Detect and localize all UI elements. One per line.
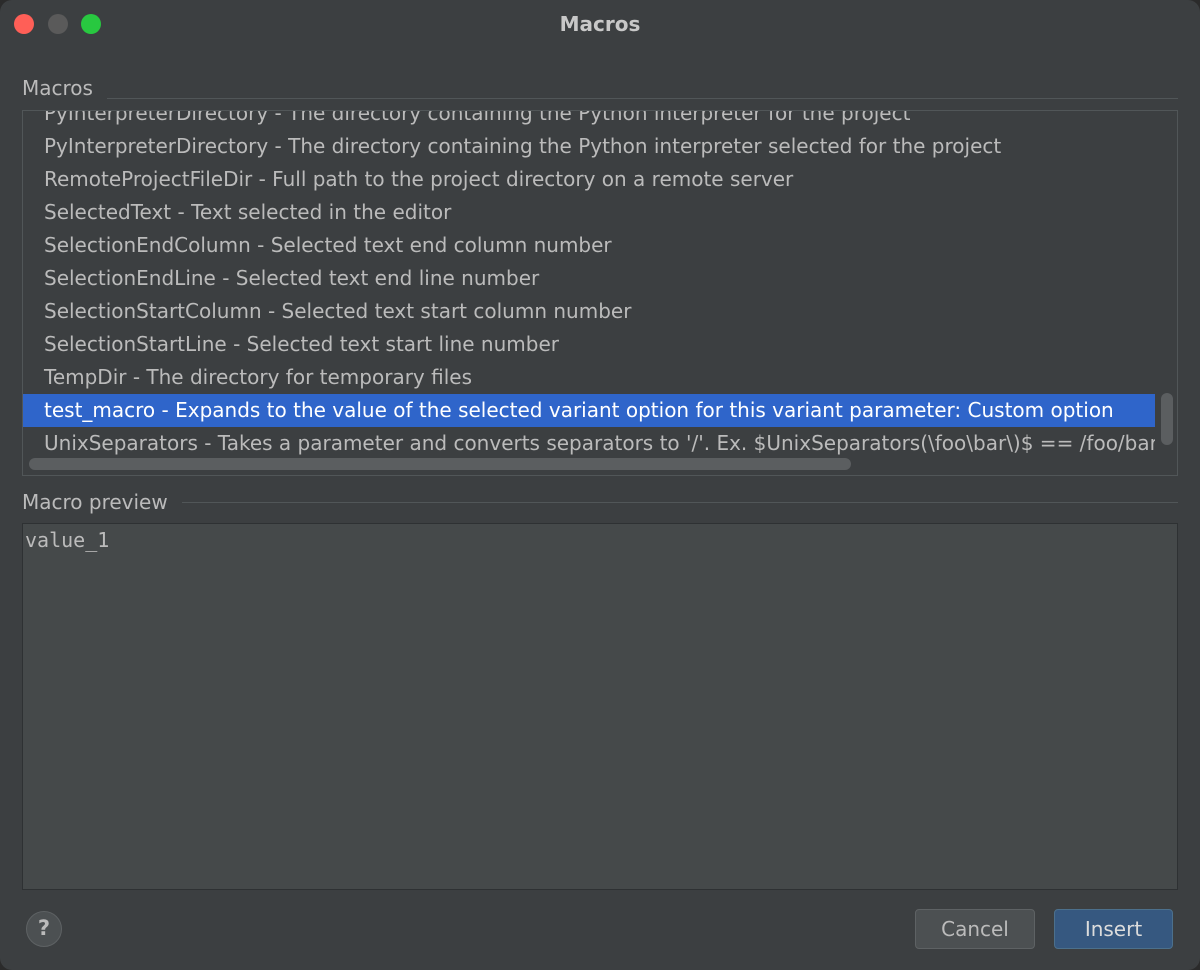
macro-list[interactable]: PyInterpreterDirectory - The directory c… (22, 110, 1178, 476)
macro-list-item[interactable]: SelectionEndColumn - Selected text end c… (23, 229, 1155, 262)
preview-section-divider (180, 502, 1178, 503)
insert-button[interactable]: Insert (1054, 909, 1173, 949)
macro-list-item-selected[interactable]: test_macro - Expands to the value of the… (23, 394, 1155, 427)
macro-list-item[interactable]: SelectedText - Text selected in the edit… (23, 196, 1155, 229)
macro-list-item[interactable]: PyInterpreterDirectory - The directory c… (23, 111, 1155, 130)
macro-list-item[interactable]: SelectionStartColumn - Selected text sta… (23, 295, 1155, 328)
macro-list-item[interactable]: SelectionStartLine - Selected text start… (23, 328, 1155, 361)
macro-preview-area[interactable]: value_1 (22, 523, 1178, 890)
macro-preview-value: value_1 (25, 528, 110, 552)
window-title: Macros (559, 12, 641, 36)
macro-list-items: PyInterpreterDirectory - The directory c… (23, 111, 1155, 460)
help-button[interactable]: ? (26, 911, 62, 947)
horizontal-scrollbar[interactable] (29, 458, 851, 470)
cancel-button[interactable]: Cancel (915, 909, 1035, 949)
macro-list-item[interactable]: UnixSeparators - Takes a parameter and c… (23, 427, 1155, 460)
macro-list-item[interactable]: PyInterpreterDirectory - The directory c… (23, 130, 1155, 163)
vertical-scrollbar[interactable] (1161, 393, 1173, 445)
preview-section-label: Macro preview (22, 490, 182, 514)
macro-list-item[interactable]: RemoteProjectFileDir - Full path to the … (23, 163, 1155, 196)
macros-dialog: Macros Macros PyInterpreterDirectory - T… (0, 0, 1200, 970)
macro-list-item[interactable]: SelectionEndLine - Selected text end lin… (23, 262, 1155, 295)
macro-list-item[interactable]: TempDir - The directory for temporary fi… (23, 361, 1155, 394)
title-bar[interactable]: Macros (0, 0, 1200, 50)
macros-section-divider (100, 98, 1178, 99)
macros-section-label: Macros (22, 76, 107, 100)
